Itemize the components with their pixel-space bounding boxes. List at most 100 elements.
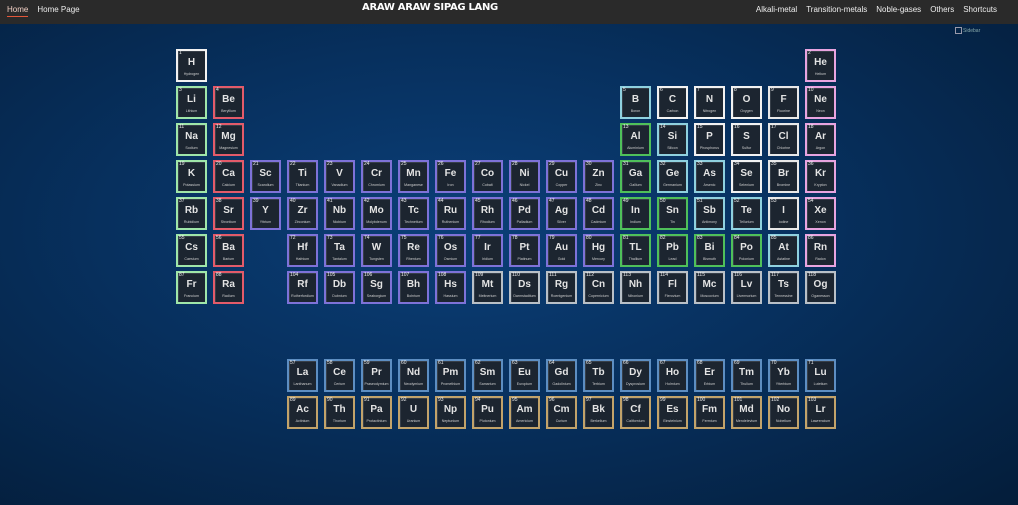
element-tile-rg[interactable]: 111 Rg Roentgenium xyxy=(546,271,577,304)
element-tile-db[interactable]: 105 Db Dubnium xyxy=(324,271,355,304)
element-tile-er[interactable]: 68 Er Erbium xyxy=(694,359,725,392)
element-tile-cl[interactable]: 17 Cl Chlorine xyxy=(768,123,799,156)
element-tile-bi[interactable]: 83 Bi Bismuth xyxy=(694,234,725,267)
element-tile-br[interactable]: 35 Br Bromine xyxy=(768,160,799,193)
element-tile-ar[interactable]: 18 Ar Argon xyxy=(805,123,836,156)
element-tile-pa[interactable]: 91 Pa Protactinium xyxy=(361,396,392,429)
nav-transition-metals-link[interactable]: Transition-metals xyxy=(806,4,867,16)
element-tile-o[interactable]: 8 O Oxygen xyxy=(731,86,762,119)
element-tile-k[interactable]: 19 K Potassium xyxy=(176,160,207,193)
element-tile-hs[interactable]: 108 Hs Hassium xyxy=(435,271,466,304)
element-tile-na[interactable]: 11 Na Sodium xyxy=(176,123,207,156)
element-tile-np[interactable]: 93 Np Neptunium xyxy=(435,396,466,429)
element-tile-ir[interactable]: 77 Ir Iridium xyxy=(472,234,503,267)
element-tile-pr[interactable]: 59 Pr Praseodymium xyxy=(361,359,392,392)
nav-alkali-metal-link[interactable]: Alkali-metal xyxy=(756,4,797,16)
element-tile-tl[interactable]: 81 TL Thallium xyxy=(620,234,651,267)
element-tile-md[interactable]: 101 Md Mendelevium xyxy=(731,396,762,429)
element-tile-bh[interactable]: 107 Bh Bohrium xyxy=(398,271,429,304)
element-tile-se[interactable]: 34 Se Selenium xyxy=(731,160,762,193)
nav-others-link[interactable]: Others xyxy=(930,4,954,16)
element-tile-p[interactable]: 15 P Phosphorus xyxy=(694,123,725,156)
element-tile-lv[interactable]: 116 Lv Livermorium xyxy=(731,271,762,304)
element-tile-rn[interactable]: 86 Rn Radon xyxy=(805,234,836,267)
element-tile-lu[interactable]: 71 Lu Lutetium xyxy=(805,359,836,392)
element-tile-mn[interactable]: 25 Mn Manganese xyxy=(398,160,429,193)
element-tile-mo[interactable]: 42 Mo Molybdenum xyxy=(361,197,392,230)
element-tile-y[interactable]: 39 Y Yttrium xyxy=(250,197,281,230)
element-tile-fl[interactable]: 114 Fl Flerovium xyxy=(657,271,688,304)
element-tile-i[interactable]: 53 I Iodine xyxy=(768,197,799,230)
element-tile-au[interactable]: 79 Au Gold xyxy=(546,234,577,267)
element-tile-rf[interactable]: 104 Rf Rutherfordium xyxy=(287,271,318,304)
element-tile-ni[interactable]: 28 Ni Nickel xyxy=(509,160,540,193)
nav-home-link[interactable]: Home xyxy=(7,4,29,17)
element-tile-f[interactable]: 9 F Fluorine xyxy=(768,86,799,119)
nav-home-page-link[interactable]: Home Page xyxy=(37,4,79,17)
element-tile-al[interactable]: 13 Al Aluminium xyxy=(620,123,651,156)
element-tile-nh[interactable]: 113 Nh Nihonium xyxy=(620,271,651,304)
element-tile-sr[interactable]: 38 Sr Strontium xyxy=(213,197,244,230)
element-tile-s[interactable]: 16 S Sulfur xyxy=(731,123,762,156)
element-tile-fe[interactable]: 26 Fe Iron xyxy=(435,160,466,193)
element-tile-ho[interactable]: 67 Ho Holmium xyxy=(657,359,688,392)
element-tile-pb[interactable]: 82 Pb Lead xyxy=(657,234,688,267)
element-tile-no[interactable]: 102 No Nobelium xyxy=(768,396,799,429)
element-tile-ag[interactable]: 47 Ag Silver xyxy=(546,197,577,230)
element-tile-zr[interactable]: 40 Zr Zirconium xyxy=(287,197,318,230)
element-tile-ge[interactable]: 32 Ge Germanium xyxy=(657,160,688,193)
element-tile-zn[interactable]: 30 Zn Zinc xyxy=(583,160,614,193)
element-tile-mt[interactable]: 109 Mt Meitnerium xyxy=(472,271,503,304)
element-tile-sg[interactable]: 106 Sg Seaborgium xyxy=(361,271,392,304)
element-tile-bk[interactable]: 97 Bk Berkelium xyxy=(583,396,614,429)
element-tile-ga[interactable]: 31 Ga Gallium xyxy=(620,160,651,193)
element-tile-am[interactable]: 95 Am Americium xyxy=(509,396,540,429)
element-tile-ds[interactable]: 110 Ds Darmstadtium xyxy=(509,271,540,304)
element-tile-n[interactable]: 7 N Nitrogen xyxy=(694,86,725,119)
element-tile-gd[interactable]: 64 Gd Gadolinium xyxy=(546,359,577,392)
element-tile-og[interactable]: 118 Og Oganesson xyxy=(805,271,836,304)
element-tile-h[interactable]: 1 H Hydrogen xyxy=(176,49,207,82)
element-tile-dy[interactable]: 66 Dy Dysprosium xyxy=(620,359,651,392)
element-tile-si[interactable]: 14 Si Silicon xyxy=(657,123,688,156)
element-tile-li[interactable]: 3 Li Lithium xyxy=(176,86,207,119)
element-tile-tm[interactable]: 69 Tm Thulium xyxy=(731,359,762,392)
element-tile-cn[interactable]: 112 Cn Copernicium xyxy=(583,271,614,304)
element-tile-cu[interactable]: 29 Cu Copper xyxy=(546,160,577,193)
element-tile-es[interactable]: 99 Es Einsteinium xyxy=(657,396,688,429)
element-tile-b[interactable]: 5 B Boron xyxy=(620,86,651,119)
element-tile-cr[interactable]: 24 Cr Chromium xyxy=(361,160,392,193)
element-tile-eu[interactable]: 63 Eu Europium xyxy=(509,359,540,392)
element-tile-re[interactable]: 75 Re Rhenium xyxy=(398,234,429,267)
element-tile-lr[interactable]: 103 Lr Lawrencium xyxy=(805,396,836,429)
element-tile-be[interactable]: 4 Be Beryllium xyxy=(213,86,244,119)
element-tile-yb[interactable]: 70 Yb Ytterbium xyxy=(768,359,799,392)
element-tile-hg[interactable]: 80 Hg Mercury xyxy=(583,234,614,267)
element-tile-fm[interactable]: 100 Fm Fermium xyxy=(694,396,725,429)
element-tile-cm[interactable]: 96 Cm Curium xyxy=(546,396,577,429)
element-tile-at[interactable]: 85 At Astatine xyxy=(768,234,799,267)
element-tile-hf[interactable]: 72 Hf Hafnium xyxy=(287,234,318,267)
element-tile-ba[interactable]: 56 Ba Barium xyxy=(213,234,244,267)
element-tile-pt[interactable]: 78 Pt Platinum xyxy=(509,234,540,267)
element-tile-ta[interactable]: 73 Ta Tantalum xyxy=(324,234,355,267)
nav-shortcuts-link[interactable]: Shortcuts xyxy=(963,4,997,16)
element-tile-th[interactable]: 90 Th Thorium xyxy=(324,396,355,429)
element-tile-mc[interactable]: 115 Mc Moscovium xyxy=(694,271,725,304)
element-tile-pu[interactable]: 94 Pu Plutonium xyxy=(472,396,503,429)
element-tile-cd[interactable]: 48 Cd Cadmium xyxy=(583,197,614,230)
element-tile-v[interactable]: 23 V Vanadium xyxy=(324,160,355,193)
element-tile-as[interactable]: 33 As Arsenic xyxy=(694,160,725,193)
element-tile-ru[interactable]: 44 Ru Ruthenium xyxy=(435,197,466,230)
element-tile-sn[interactable]: 50 Sn Tin xyxy=(657,197,688,230)
element-tile-te[interactable]: 52 Te Tellurium xyxy=(731,197,762,230)
element-tile-sm[interactable]: 62 Sm Samarium xyxy=(472,359,503,392)
element-tile-nd[interactable]: 60 Nd Neodymium xyxy=(398,359,429,392)
element-tile-cf[interactable]: 98 Cf Californium xyxy=(620,396,651,429)
element-tile-ts[interactable]: 117 Ts Tennessine xyxy=(768,271,799,304)
element-tile-sb[interactable]: 51 Sb Antimony xyxy=(694,197,725,230)
element-tile-ac[interactable]: 89 Ac Actinium xyxy=(287,396,318,429)
element-tile-mg[interactable]: 12 Mg Magnesium xyxy=(213,123,244,156)
element-tile-u[interactable]: 92 U Uranium xyxy=(398,396,429,429)
element-tile-pd[interactable]: 46 Pd Palladium xyxy=(509,197,540,230)
